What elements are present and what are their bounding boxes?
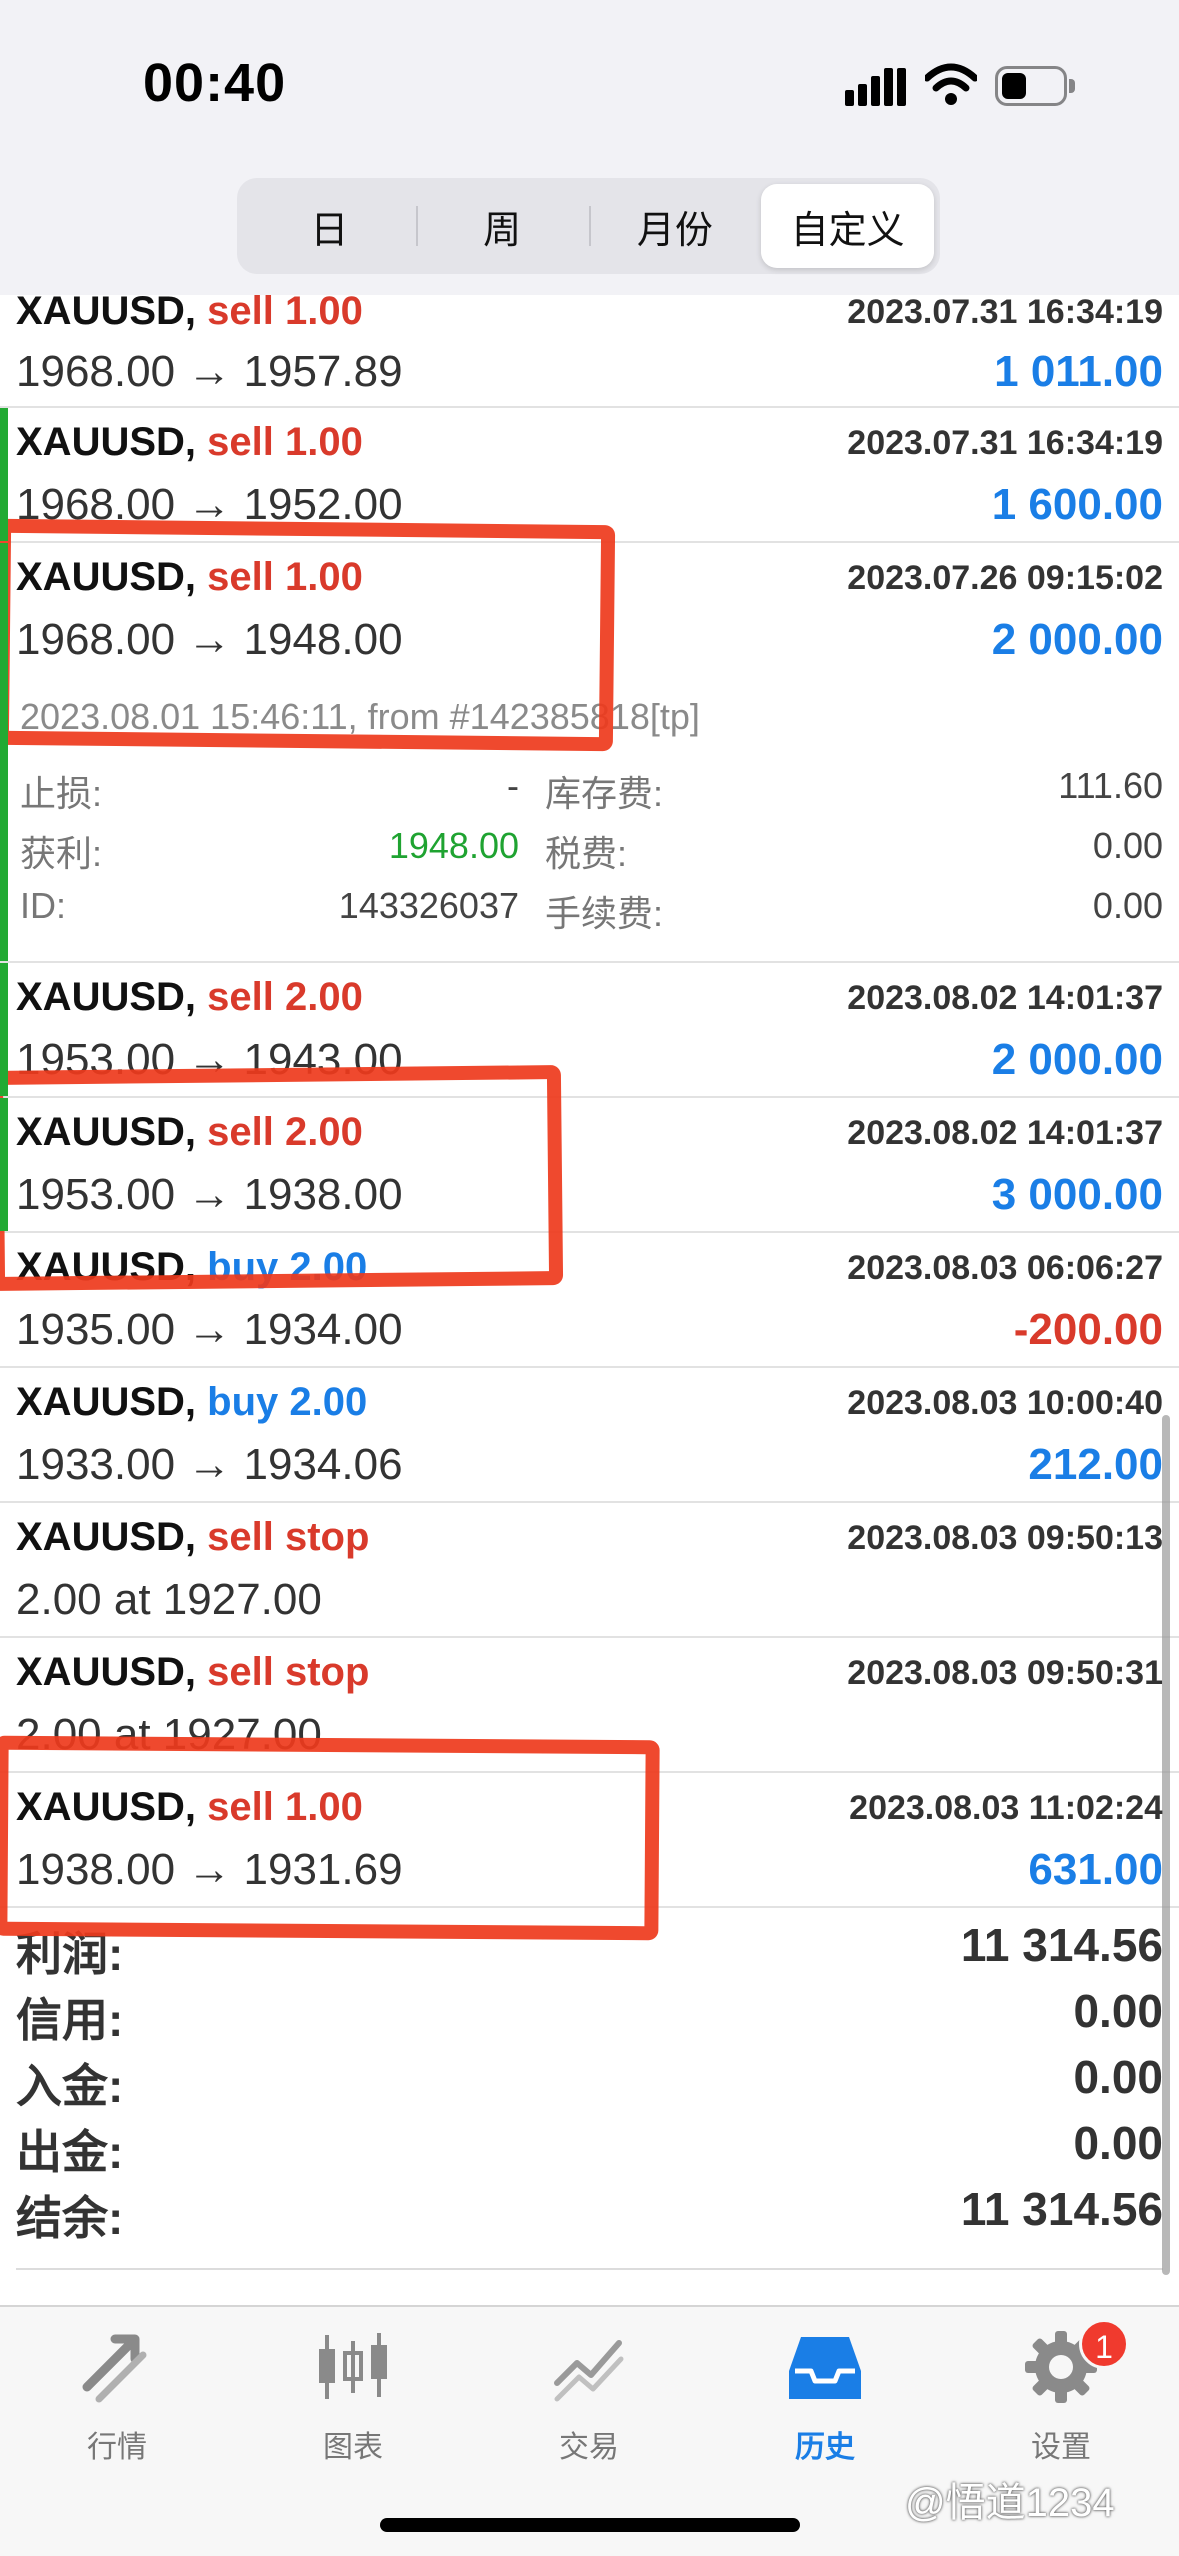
summary-row-balance: 结余: 11 314.56 bbox=[16, 2182, 1163, 2248]
tax-value: 0.00 bbox=[1092, 825, 1163, 866]
scrollbar[interactable] bbox=[1162, 1415, 1170, 2275]
deal-time: 2023.07.26 09:15:02 bbox=[847, 559, 1163, 597]
account-summary: 利润: 11 314.56 信用: 0.00 入金: 0.00 出金: 0.00… bbox=[0, 1910, 1179, 2270]
deal-profit: 2 000.00 bbox=[991, 1035, 1163, 1084]
status-time: 00:40 bbox=[143, 53, 287, 113]
home-indicator[interactable] bbox=[380, 2518, 800, 2532]
deal-symbol: XAUUSD, bbox=[16, 1515, 197, 1559]
deal-time: 2023.07.31 16:34:19 bbox=[847, 295, 1163, 331]
period-tab-custom[interactable]: 自定义 bbox=[761, 184, 934, 268]
tab-label: 交易 bbox=[559, 2431, 619, 2464]
id-value: 143326037 bbox=[338, 885, 519, 926]
summary-label: 出金: bbox=[16, 2126, 124, 2178]
deal-profit: 1 600.00 bbox=[991, 480, 1163, 529]
summary-label: 结余: bbox=[16, 2192, 124, 2244]
candlestick-chart-icon bbox=[319, 2333, 387, 2399]
tab-settings[interactable]: 1 设置 bbox=[961, 2319, 1161, 2487]
deal-symbol: XAUUSD, bbox=[16, 975, 197, 1019]
history-header: 日 周 月份 自定义 bbox=[0, 160, 1179, 295]
deal-type: sell stop bbox=[207, 1515, 370, 1559]
trade-chart-icon bbox=[554, 2340, 624, 2402]
deal-time: 2023.08.03 06:06:27 bbox=[847, 1249, 1163, 1287]
deal-profit: 1 011.00 bbox=[994, 347, 1163, 396]
swap-label: 库存费: bbox=[545, 773, 664, 814]
battery-icon bbox=[995, 66, 1075, 106]
deal-symbol: XAUUSD, bbox=[16, 295, 197, 333]
summary-value: 0.00 bbox=[1073, 2051, 1163, 2103]
history-inbox-icon bbox=[789, 2337, 861, 2399]
deal-profit: 3 000.00 bbox=[991, 1170, 1163, 1219]
deal-prices: 1933.00 → 1934.06 bbox=[16, 1440, 403, 1489]
tab-trade[interactable]: 交易 bbox=[489, 2327, 689, 2487]
commission-label: 手续费: bbox=[545, 893, 664, 934]
summary-row-credit: 信用: 0.00 bbox=[16, 1984, 1163, 2050]
highlight-annotation bbox=[0, 1065, 564, 1291]
deal-time: 2023.08.03 09:50:31 bbox=[847, 1654, 1163, 1692]
summary-label: 信用: bbox=[16, 1994, 124, 2046]
quotes-arrows-icon bbox=[82, 2334, 147, 2403]
notification-badge: 1 bbox=[1079, 2319, 1129, 2369]
summary-label: 入金: bbox=[16, 2060, 124, 2112]
summary-value: 11 314.56 bbox=[960, 2183, 1163, 2235]
deal-profit: 631.00 bbox=[1028, 1845, 1163, 1894]
deal-type: sell 2.00 bbox=[207, 975, 363, 1019]
tab-chart[interactable]: 图表 bbox=[253, 2327, 453, 2487]
deal-symbol: XAUUSD, bbox=[16, 1380, 197, 1424]
deal-time: 2023.08.03 11:02:24 bbox=[849, 1789, 1163, 1827]
deal-prices: 1968.00 → 1957.89 bbox=[16, 347, 403, 396]
id-label: ID: bbox=[20, 885, 67, 926]
deal-time: 2023.07.31 16:34:19 bbox=[847, 424, 1163, 462]
deal-time: 2023.08.02 14:01:37 bbox=[847, 979, 1163, 1017]
deal-type: sell stop bbox=[207, 1650, 370, 1694]
deal-row[interactable]: XAUUSD, sell 1.00 2023.07.31 16:34:19 19… bbox=[0, 295, 1179, 408]
take-profit-label: 获利: bbox=[20, 833, 103, 874]
summary-value: 0.00 bbox=[1073, 1985, 1163, 2037]
deal-type: sell 1.00 bbox=[207, 295, 363, 333]
deal-row[interactable]: XAUUSD, buy 2.00 2023.08.03 10:00:40 193… bbox=[0, 1368, 1179, 1503]
cellular-signal-icon bbox=[845, 66, 907, 106]
watermark: @悟道1234 bbox=[905, 2481, 1115, 2525]
tab-history[interactable]: 历史 bbox=[725, 2327, 925, 2487]
period-tab-day[interactable]: 日 bbox=[243, 184, 416, 268]
deal-prices: 1935.00 → 1934.00 bbox=[16, 1305, 403, 1354]
tab-label: 设置 bbox=[1031, 2431, 1091, 2464]
summary-row-withdrawal: 出金: 0.00 bbox=[16, 2116, 1163, 2182]
deal-profit: -200.00 bbox=[1013, 1305, 1163, 1354]
stop-loss-value: - bbox=[507, 765, 519, 806]
tab-quotes[interactable]: 行情 bbox=[17, 2327, 217, 2487]
deal-symbol: XAUUSD, bbox=[16, 420, 197, 464]
stop-loss-label: 止损: bbox=[20, 773, 103, 814]
wifi-icon bbox=[925, 63, 977, 105]
deal-type: sell 1.00 bbox=[207, 420, 363, 464]
deal-profit: 212.00 bbox=[1028, 1440, 1163, 1489]
deal-time: 2023.08.02 14:01:37 bbox=[847, 1114, 1163, 1152]
period-segmented-control: 日 周 月份 自定义 bbox=[237, 178, 940, 274]
summary-value: 11 314.56 bbox=[960, 1919, 1163, 1971]
commission-value: 0.00 bbox=[1092, 885, 1163, 926]
deal-time: 2023.08.03 10:00:40 bbox=[847, 1384, 1163, 1422]
summary-row-deposit: 入金: 0.00 bbox=[16, 2050, 1163, 2116]
tab-label: 行情 bbox=[87, 2431, 147, 2464]
period-tab-month[interactable]: 月份 bbox=[588, 184, 762, 268]
summary-value: 0.00 bbox=[1073, 2117, 1163, 2169]
swap-value: 111.60 bbox=[1058, 765, 1163, 806]
take-profit-value: 1948.00 bbox=[388, 825, 519, 866]
tab-label: 历史 bbox=[795, 2431, 855, 2464]
deal-profit: 2 000.00 bbox=[991, 615, 1163, 664]
order-volume-price: 2.00 at 1927.00 bbox=[16, 1575, 322, 1624]
period-tab-week[interactable]: 周 bbox=[415, 184, 589, 268]
deal-symbol: XAUUSD, bbox=[16, 1650, 197, 1694]
status-bar: 00:40 bbox=[0, 0, 1179, 160]
highlight-annotation bbox=[0, 1735, 660, 1941]
deal-type: buy 2.00 bbox=[207, 1380, 368, 1424]
tab-label: 图表 bbox=[323, 2431, 383, 2464]
order-row[interactable]: XAUUSD, sell stop 2023.08.03 09:50:13 2.… bbox=[0, 1503, 1179, 1638]
tax-label: 税费: bbox=[545, 833, 628, 874]
summary-divider bbox=[16, 2268, 1163, 2270]
highlight-annotation bbox=[0, 518, 616, 752]
deal-time: 2023.08.03 09:50:13 bbox=[847, 1519, 1163, 1557]
